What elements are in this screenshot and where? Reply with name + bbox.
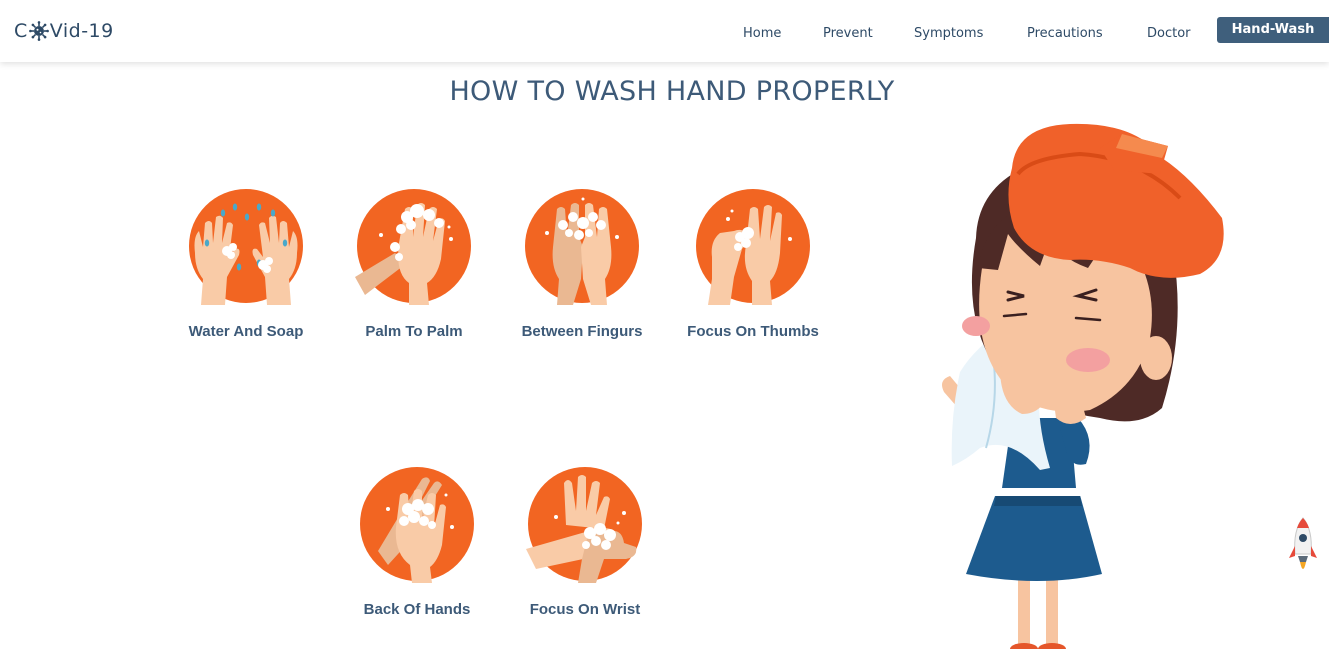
- step-label: Palm To Palm: [365, 323, 463, 340]
- focus-on-thumbs-icon: [696, 189, 810, 305]
- rocket-icon[interactable]: [1287, 516, 1319, 578]
- nav-doctor[interactable]: Doctor: [1147, 21, 1191, 46]
- step-label: Focus On Wrist: [529, 601, 641, 618]
- brand-prefix: C: [14, 20, 28, 42]
- step-water-and-soap: Water And Soap: [161, 187, 331, 340]
- step-focus-on-wrist: Focus On Wrist: [500, 465, 670, 618]
- brand-suffix: Vid-19: [49, 20, 114, 42]
- step-label: Focus On Thumbs: [687, 323, 819, 340]
- nav-prevent[interactable]: Prevent: [823, 21, 873, 46]
- step-between-fingers: Between Fingurs: [497, 187, 667, 340]
- navbar: C Vid-19 Home Prevent Symptoms Precautio…: [0, 0, 1329, 62]
- back-of-hands-icon: [360, 467, 474, 583]
- step-label: Water And Soap: [188, 323, 304, 340]
- step-focus-on-thumbs: Focus On Thumbs: [668, 187, 838, 340]
- step-label: Back Of Hands: [363, 601, 471, 618]
- step-palm-to-palm: Palm To Palm: [329, 187, 499, 340]
- between-fingers-icon: [525, 189, 639, 305]
- focus-on-wrist-icon: [526, 467, 642, 583]
- palm-to-palm-icon: [355, 189, 471, 305]
- nav-hand-wash[interactable]: Hand-Wash: [1217, 17, 1329, 43]
- nav-home[interactable]: Home: [743, 21, 781, 46]
- page-title: HOW TO WASH HAND PROPERLY: [449, 76, 895, 107]
- nav-symptoms[interactable]: Symptoms: [914, 21, 983, 46]
- sick-girl-illustration: [942, 123, 1224, 649]
- brand-logo[interactable]: C Vid-19: [14, 18, 114, 44]
- nav-precautions[interactable]: Precautions: [1027, 21, 1103, 46]
- step-label: Between Fingurs: [521, 323, 643, 340]
- water-and-soap-icon: [189, 189, 303, 305]
- virus-icon: [28, 21, 49, 41]
- step-back-of-hands: Back Of Hands: [332, 465, 502, 618]
